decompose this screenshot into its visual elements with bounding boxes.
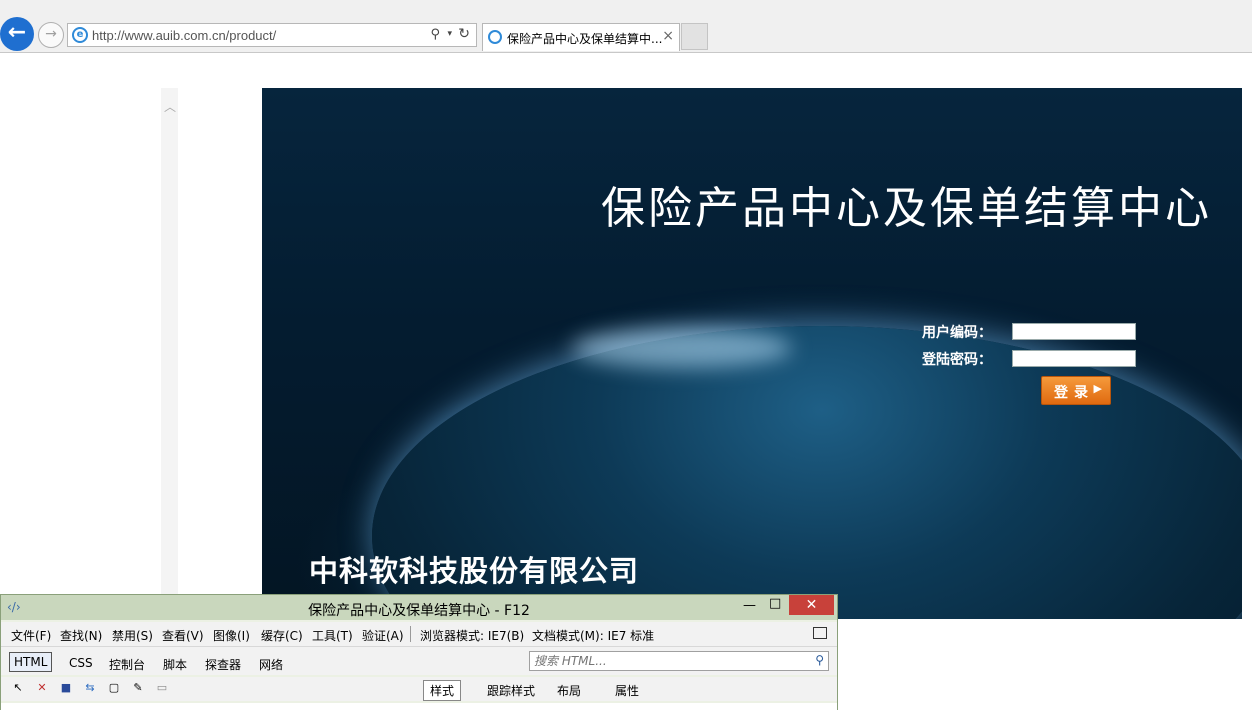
tab-layout[interactable]: 布局	[557, 682, 581, 699]
refresh-icon[interactable]: ↻	[458, 26, 470, 42]
tab-trace-styles[interactable]: 跟踪样式	[487, 682, 535, 699]
chevron-down-icon[interactable]: ▾	[447, 29, 452, 39]
browser-mode-menu[interactable]: 浏览器模式: IE7(B)	[420, 627, 524, 644]
scrollbar[interactable]: ︿	[161, 88, 178, 594]
word-wrap-icon[interactable]: ▢	[107, 681, 121, 695]
devtools-menubar: 文件(F) 查找(N) 禁用(S) 查看(V) 图像(I) 缓存(C) 工具(T…	[1, 622, 837, 647]
new-tab-button[interactable]	[681, 23, 708, 50]
maximize-icon[interactable]: □	[769, 596, 781, 611]
tab-console[interactable]: 控制台	[109, 656, 145, 673]
company-name: 中科软科技股份有限公司	[309, 554, 640, 588]
arrow-right-icon: ▶	[1093, 382, 1102, 395]
chevron-up-icon[interactable]: ︿	[164, 98, 176, 115]
minimize-icon[interactable]: —	[743, 598, 756, 613]
forward-arrow-icon: →	[45, 26, 57, 42]
search-icon[interactable]: ⚲	[815, 653, 824, 667]
menu-validate[interactable]: 验证(A)	[362, 627, 404, 644]
menu-view[interactable]: 查看(V)	[162, 627, 204, 644]
tab-current[interactable]: 保险产品中心及保单结算中... ×	[482, 23, 680, 51]
dom-icon[interactable]: ▭	[155, 681, 169, 695]
dock-icon[interactable]	[813, 627, 827, 639]
devtools-window: ‹/› 保险产品中心及保单结算中心 - F12 — □ ✕ 文件(F) 查找(N…	[0, 594, 838, 711]
menu-file[interactable]: 文件(F)	[11, 627, 51, 644]
close-icon[interactable]: ×	[662, 28, 674, 44]
tab-profiler[interactable]: 探查器	[205, 656, 241, 673]
tab-html[interactable]: HTML	[9, 652, 53, 672]
login-button-label: 登录	[1054, 385, 1094, 401]
menu-images[interactable]: 图像(I)	[213, 627, 250, 644]
devtools-title: 保险产品中心及保单结算中心 - F12	[308, 603, 530, 619]
tab-script[interactable]: 脚本	[163, 656, 187, 673]
back-button[interactable]: ←	[0, 17, 34, 51]
password-input[interactable]	[1012, 350, 1136, 367]
menu-tools[interactable]: 工具(T)	[312, 627, 353, 644]
user-code-label: 用户编码：	[922, 325, 992, 341]
login-button[interactable]: 登录 ▶	[1041, 376, 1111, 405]
menu-divider	[410, 626, 411, 642]
html-search-box[interactable]: ⚲	[529, 651, 829, 671]
menu-cache[interactable]: 缓存(C)	[261, 627, 303, 644]
devtools-tabs: HTML CSS 控制台 脚本 探查器 网络 ⚲	[1, 647, 837, 675]
search-icon[interactable]: ⚲	[430, 27, 440, 42]
ie-page-icon: e	[72, 27, 88, 43]
tab-css[interactable]: CSS	[69, 656, 93, 670]
sunrise-glow	[572, 328, 792, 368]
edit-icon[interactable]: ✎	[131, 681, 145, 695]
password-label: 登陆密码：	[922, 352, 992, 368]
address-url[interactable]: http://www.auib.com.cn/product/	[92, 28, 276, 43]
devtools-toolbar: ↖ ✕ ■ ⇆ ▢ ✎ ▭ 样式 跟踪样式 布局 属性	[1, 677, 837, 701]
back-arrow-icon: ←	[7, 20, 27, 45]
login-banner: 保险产品中心及保单结算中心 用户编码： 登陆密码： 登录 ▶ 中科软科技股份有限…	[262, 88, 1242, 619]
html-search-input[interactable]	[530, 652, 798, 670]
refresh-icon[interactable]: ⇆	[83, 681, 97, 695]
forward-button[interactable]: →	[38, 22, 64, 48]
tab-title: 保险产品中心及保单结算中...	[507, 32, 663, 46]
browser-chrome: ← → e http://www.auib.com.cn/product/ ⚲ …	[0, 0, 1252, 53]
user-code-input[interactable]	[1012, 323, 1136, 340]
close-button[interactable]: ✕	[789, 595, 834, 615]
menu-find[interactable]: 查找(N)	[60, 627, 102, 644]
tab-network[interactable]: 网络	[259, 656, 283, 673]
tab-styles[interactable]: 样式	[423, 680, 462, 701]
document-mode-menu[interactable]: 文档模式(M): IE7 标准	[532, 627, 654, 644]
devtools-titlebar[interactable]: ‹/› 保险产品中心及保单结算中心 - F12 — □ ✕	[1, 595, 837, 620]
select-element-icon[interactable]: ↖	[11, 681, 25, 695]
page-title: 保险产品中心及保单结算中心	[601, 183, 1212, 234]
menu-disable[interactable]: 禁用(S)	[112, 627, 153, 644]
save-icon[interactable]: ■	[59, 681, 73, 695]
tab-attributes[interactable]: 属性	[615, 682, 639, 699]
ie-tab-icon	[488, 30, 502, 44]
address-bar[interactable]: e http://www.auib.com.cn/product/ ⚲ ▾ ↻	[67, 23, 477, 47]
clear-icon[interactable]: ✕	[35, 681, 49, 695]
